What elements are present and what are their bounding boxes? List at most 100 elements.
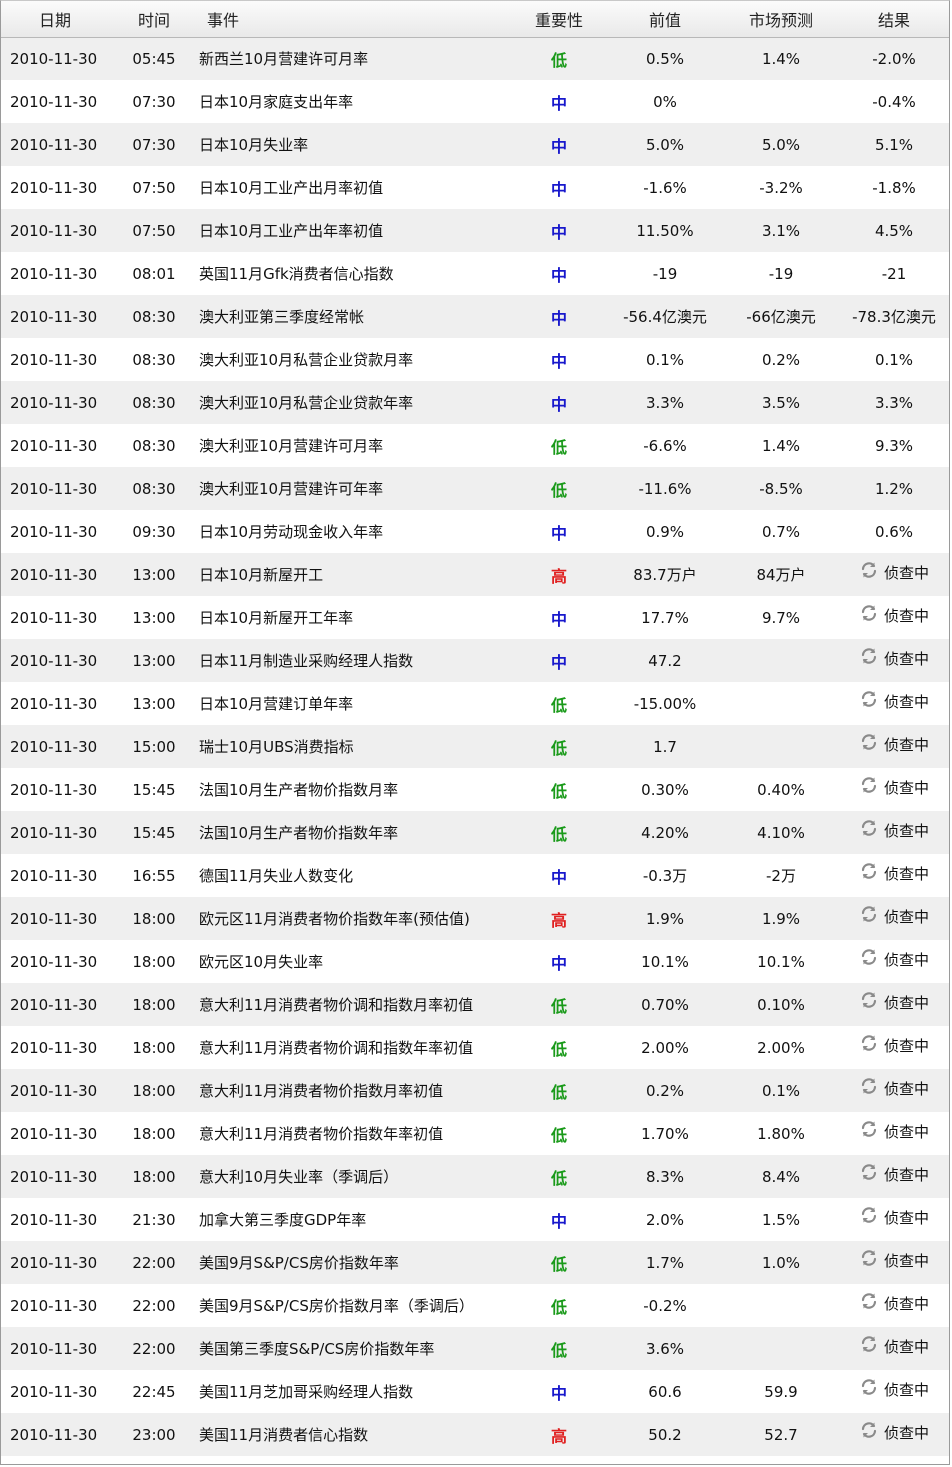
cell-forecast [723, 639, 839, 682]
pending-label: 侦查中 [883, 994, 929, 1013]
cell-date: 2010-11-30 [10, 178, 98, 197]
cell-event: 法国10月生产者物价指数年率 [199, 824, 399, 842]
header-importance[interactable]: 重要性 [511, 1, 607, 38]
calendar-table: 日期 时间 事件 重要性 前值 市场预测 结果 2010-11-30 05:45 新… [1, 1, 949, 1456]
pending-label: 侦查中 [883, 951, 929, 970]
pending-label: 侦查中 [883, 779, 929, 798]
cell-actual: 侦查中 [839, 854, 949, 897]
header-previous[interactable]: 前值 [607, 1, 723, 38]
table-row[interactable]: 2010-11-30 23:00 美国11月消费者信心指数 高 50.2 52.7 侦查中 [1, 1413, 949, 1456]
table-row[interactable]: 2010-11-30 22:45 美国11月芝加哥采购经理人指数 中 60.6 59.9 侦… [1, 1370, 949, 1413]
pending-status: 侦查中 [859, 819, 929, 841]
table-row[interactable]: 2010-11-30 08:30 澳大利亚第三季度经常帐 中 -56.4亿澳元 -66亿澳… [1, 295, 949, 338]
economic-calendar: 日期 时间 事件 重要性 前值 市场预测 结果 2010-11-30 05:45 新… [0, 0, 950, 1465]
cell-date: 2010-11-30 [10, 92, 98, 111]
cell-previous: 2.0% [645, 1210, 685, 1229]
pending-status: 侦查中 [859, 948, 929, 970]
header-time[interactable]: 时间 [109, 1, 199, 38]
cell-actual: 侦查中 [839, 682, 949, 725]
cell-time: 22:00 [132, 1253, 176, 1272]
table-row[interactable]: 2010-11-30 18:00 意大利11月消费者物价调和指数月率初值 低 0.70%… [1, 983, 949, 1026]
table-row[interactable]: 2010-11-30 13:00 日本10月营建订单年率 低 -15.00% 侦查中 [1, 682, 949, 725]
cell-importance: 中 [550, 867, 567, 887]
header-forecast[interactable]: 市场预测 [723, 1, 839, 38]
cell-forecast: 84万户 [756, 566, 806, 584]
table-row[interactable]: 2010-11-30 21:30 加拿大第三季度GDP年率 中 2.0% 1.5% 侦查中 [1, 1198, 949, 1241]
refresh-icon [861, 1378, 877, 1395]
cell-event: 日本10月新屋开工年率 [199, 609, 354, 627]
table-row[interactable]: 2010-11-30 18:00 意大利11月消费者物价指数月率初值 低 0.2% 0.1… [1, 1069, 949, 1112]
cell-importance: 高 [550, 566, 567, 586]
table-row[interactable]: 2010-11-30 08:01 英国11月Gfk消费者信心指数 中 -19 -19 -21 [1, 252, 949, 295]
cell-date: 2010-11-30 [10, 221, 98, 240]
cell-time: 18:00 [132, 1124, 176, 1143]
cell-event: 日本10月新屋开工 [199, 566, 324, 584]
table-row[interactable]: 2010-11-30 07:30 日本10月失业率 中 5.0% 5.0% 5.1% [1, 123, 949, 166]
cell-event: 美国11月芝加哥采购经理人指数 [199, 1383, 414, 1401]
cell-time: 07:30 [132, 92, 176, 111]
table-row[interactable]: 2010-11-30 08:30 澳大利亚10月私营企业贷款月率 中 0.1% 0.2% 0… [1, 338, 949, 381]
table-row[interactable]: 2010-11-30 18:00 意大利11月消费者物价指数年率初值 低 1.70% 1.… [1, 1112, 949, 1155]
cell-importance: 低 [550, 781, 567, 801]
cell-time: 18:00 [132, 1167, 176, 1186]
header-actual[interactable]: 结果 [839, 1, 949, 38]
cell-time: 13:00 [132, 565, 176, 584]
table-row[interactable]: 2010-11-30 18:00 欧元区10月失业率 中 10.1% 10.1% 侦查中 [1, 940, 949, 983]
cell-time: 07:50 [132, 221, 176, 240]
table-row[interactable]: 2010-11-30 07:50 日本10月工业产出月率初值 中 -1.6% -3.2% -… [1, 166, 949, 209]
cell-date: 2010-11-30 [10, 1038, 98, 1057]
cell-time: 13:00 [132, 694, 176, 713]
table-row[interactable]: 2010-11-30 16:55 德国11月失业人数变化 中 -0.3万 -2万 侦查中 [1, 854, 949, 897]
cell-event: 德国11月失业人数变化 [199, 867, 354, 885]
table-row[interactable]: 2010-11-30 22:00 美国第三季度S&P/CS房价指数年率 低 3.6% 侦查… [1, 1327, 949, 1370]
cell-actual: 侦查中 [839, 768, 949, 811]
cell-importance: 中 [550, 609, 567, 629]
header-event[interactable]: 事件 [199, 1, 511, 38]
table-row[interactable]: 2010-11-30 15:45 法国10月生产者物价指数月率 低 0.30% 0.40%… [1, 768, 949, 811]
cell-actual: 侦查中 [839, 1112, 949, 1155]
cell-event: 法国10月生产者物价指数月率 [199, 781, 399, 799]
cell-forecast: -66亿澳元 [746, 308, 816, 326]
refresh-icon [861, 647, 877, 664]
cell-importance: 低 [550, 695, 567, 715]
table-row[interactable]: 2010-11-30 08:30 澳大利亚10月营建许可月率 低 -6.6% 1.4% 9.… [1, 424, 949, 467]
table-row[interactable]: 2010-11-30 18:00 欧元区11月消费者物价指数年率(预估值) 高 1.9%… [1, 897, 949, 940]
cell-actual: 侦查中 [839, 1198, 949, 1241]
pending-status: 侦查中 [859, 905, 929, 927]
cell-date: 2010-11-30 [10, 737, 98, 756]
table-row[interactable]: 2010-11-30 22:00 美国9月S&P/CS房价指数月率（季调后） 低 -0.… [1, 1284, 949, 1327]
table-row[interactable]: 2010-11-30 05:45 新西兰10月营建许可月率 低 0.5% 1.4% -2.0… [1, 37, 949, 80]
cell-previous: 3.6% [645, 1339, 685, 1358]
table-row[interactable]: 2010-11-30 07:50 日本10月工业产出年率初值 中 11.50% 3.1% 4… [1, 209, 949, 252]
table-row[interactable]: 2010-11-30 09:30 日本10月劳动现金收入年率 中 0.9% 0.7% 0.6… [1, 510, 949, 553]
refresh-icon [861, 1206, 877, 1223]
cell-actual: 侦查中 [839, 897, 949, 940]
cell-date: 2010-11-30 [10, 1167, 98, 1186]
table-row[interactable]: 2010-11-30 22:00 美国9月S&P/CS房价指数年率 低 1.7% 1.0%… [1, 1241, 949, 1284]
cell-event: 澳大利亚第三季度经常帐 [199, 308, 365, 326]
table-row[interactable]: 2010-11-30 07:30 日本10月家庭支出年率 中 0% -0.4% [1, 80, 949, 123]
table-row[interactable]: 2010-11-30 13:00 日本11月制造业采购经理人指数 中 47.2 侦查中 [1, 639, 949, 682]
cell-importance: 高 [550, 910, 567, 930]
cell-event: 英国11月Gfk消费者信心指数 [199, 265, 394, 283]
refresh-icon [861, 604, 877, 621]
cell-event: 意大利11月消费者物价调和指数年率初值 [199, 1039, 474, 1057]
table-row[interactable]: 2010-11-30 13:00 日本10月新屋开工 高 83.7万户 84万户 侦查中 [1, 553, 949, 596]
table-row[interactable]: 2010-11-30 15:45 法国10月生产者物价指数年率 低 4.20% 4.10%… [1, 811, 949, 854]
table-row[interactable]: 2010-11-30 13:00 日本10月新屋开工年率 中 17.7% 9.7% 侦查中 [1, 596, 949, 639]
cell-time: 09:30 [132, 522, 176, 541]
table-row[interactable]: 2010-11-30 18:00 意大利10月失业率（季调后） 低 8.3% 8.4% 侦查… [1, 1155, 949, 1198]
cell-event: 美国11月消费者信心指数 [199, 1426, 369, 1444]
table-row[interactable]: 2010-11-30 15:00 瑞士10月UBS消费指标 低 1.7 侦查中 [1, 725, 949, 768]
pending-label: 侦查中 [883, 1166, 929, 1185]
pending-label: 侦查中 [883, 1381, 929, 1400]
pending-status: 侦查中 [859, 1206, 929, 1228]
table-row[interactable]: 2010-11-30 18:00 意大利11月消费者物价调和指数年率初值 低 2.00%… [1, 1026, 949, 1069]
cell-previous: 5.0% [645, 135, 685, 154]
cell-event: 美国第三季度S&P/CS房价指数年率 [199, 1340, 435, 1358]
cell-time: 18:00 [132, 909, 176, 928]
table-row[interactable]: 2010-11-30 08:30 澳大利亚10月私营企业贷款年率 中 3.3% 3.5% 3… [1, 381, 949, 424]
header-date[interactable]: 日期 [1, 1, 109, 38]
table-row[interactable]: 2010-11-30 08:30 澳大利亚10月营建许可年率 低 -11.6% -8.5%… [1, 467, 949, 510]
cell-actual: 0.1% [874, 350, 914, 369]
